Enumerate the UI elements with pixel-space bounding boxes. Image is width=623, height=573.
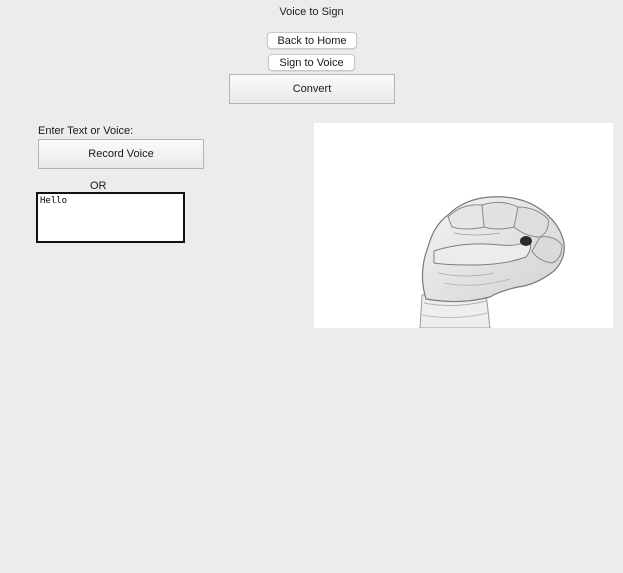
convert-button[interactable]: Convert	[229, 74, 395, 104]
record-voice-button[interactable]: Record Voice	[38, 139, 204, 169]
sign-to-voice-button[interactable]: Sign to Voice	[268, 54, 355, 71]
or-label: OR	[90, 180, 107, 192]
back-to-home-button[interactable]: Back to Home	[267, 32, 357, 49]
sign-image-display	[314, 123, 613, 328]
text-input[interactable]	[36, 192, 185, 243]
hand-sign-fist-icon	[419, 196, 565, 328]
window-title: Voice to Sign	[279, 6, 344, 18]
input-prompt-label: Enter Text or Voice:	[38, 125, 134, 137]
